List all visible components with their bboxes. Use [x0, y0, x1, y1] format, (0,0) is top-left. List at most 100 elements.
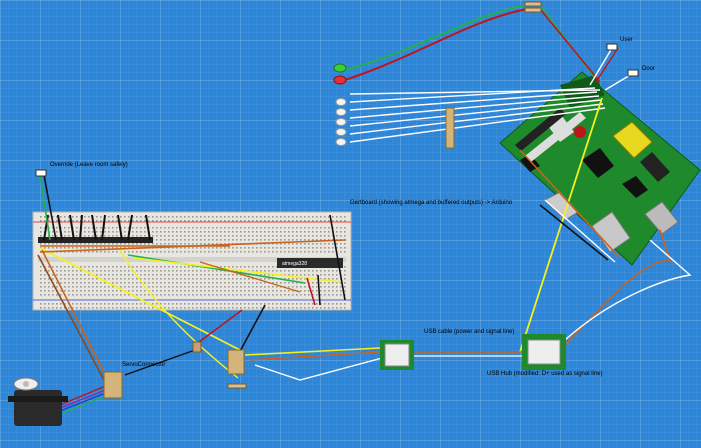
breadboard-hole	[160, 274, 162, 276]
breadboard-hole	[324, 274, 326, 276]
breadboard-hole	[256, 282, 258, 284]
breadboard-hole	[272, 290, 274, 292]
breadboard-hole	[344, 270, 346, 272]
breadboard-hole	[160, 294, 162, 296]
breadboard-hole	[124, 307, 126, 309]
breadboard-hole	[200, 270, 202, 272]
breadboard-hole	[188, 270, 190, 272]
breadboard-hole	[212, 251, 214, 253]
breadboard-hole	[244, 216, 246, 218]
breadboard-hole	[220, 286, 222, 288]
breadboard-hole	[220, 303, 222, 305]
breadboard-hole	[240, 247, 242, 249]
breadboard-hole	[252, 247, 254, 249]
breadboard-hole	[204, 294, 206, 296]
breadboard-hole	[248, 303, 250, 305]
breadboard-hole	[52, 286, 54, 288]
breadboard-hole	[212, 270, 214, 272]
breadboard-hole	[268, 239, 270, 241]
breadboard-hole	[92, 251, 94, 253]
breadboard-hole	[344, 278, 346, 280]
breadboard-hole	[276, 307, 278, 309]
breadboard-hole	[288, 243, 290, 245]
breadboard-hole	[208, 274, 210, 276]
breadboard-hole	[156, 220, 158, 222]
breadboard-hole	[40, 290, 42, 292]
breadboard-hole	[276, 239, 278, 241]
breadboard-hole	[108, 266, 110, 268]
breadboard-hole	[320, 294, 322, 296]
breadboard-hole	[56, 303, 58, 305]
breadboard-hole	[80, 266, 82, 268]
breadboard-hole	[192, 216, 194, 218]
breadboard-hole	[296, 251, 298, 253]
breadboard-hole	[96, 303, 98, 305]
breadboard-hole	[132, 227, 134, 229]
breadboard-hole	[116, 278, 118, 280]
breadboard-hole	[64, 282, 66, 284]
breadboard-hole	[48, 286, 50, 288]
breadboard-hole	[116, 290, 118, 292]
breadboard-hole	[328, 227, 330, 229]
breadboard-hole	[248, 220, 250, 222]
breadboard-hole	[224, 247, 226, 249]
breadboard-hole	[332, 274, 334, 276]
breadboard-hole	[108, 235, 110, 237]
breadboard-hole	[276, 282, 278, 284]
breadboard-hole	[272, 239, 274, 241]
breadboard-hole	[328, 251, 330, 253]
breadboard-hole	[304, 294, 306, 296]
breadboard-hole	[260, 239, 262, 241]
breadboard-hole	[60, 274, 62, 276]
breadboard-hole	[68, 243, 70, 245]
breadboard-hole	[204, 307, 206, 309]
breadboard-hole	[264, 247, 266, 249]
breadboard-hole	[128, 307, 130, 309]
breadboard-hole	[88, 278, 90, 280]
breadboard-hole	[336, 294, 338, 296]
breadboard-hole	[220, 247, 222, 249]
breadboard-hole	[332, 303, 334, 305]
breadboard-hole	[192, 286, 194, 288]
breadboard-hole	[244, 290, 246, 292]
breadboard-hole	[240, 294, 242, 296]
breadboard-hole	[52, 303, 54, 305]
door-switch	[627, 69, 639, 77]
breadboard-hole	[152, 266, 154, 268]
breadboard-hole	[48, 270, 50, 272]
breadboard-hole	[116, 282, 118, 284]
breadboard-hole	[92, 307, 94, 309]
breadboard-hole	[84, 282, 86, 284]
breadboard-hole	[96, 290, 98, 292]
breadboard-hole	[228, 216, 230, 218]
breadboard-hole	[184, 270, 186, 272]
breadboard-hole	[328, 303, 330, 305]
breadboard-hole	[244, 247, 246, 249]
breadboard-hole	[184, 243, 186, 245]
breadboard-hole	[328, 235, 330, 237]
breadboard-hole	[220, 251, 222, 253]
breadboard-hole	[304, 286, 306, 288]
breadboard-hole	[216, 220, 218, 222]
breadboard-hole	[340, 216, 342, 218]
breadboard-hole	[56, 235, 58, 237]
breadboard-hole	[248, 282, 250, 284]
breadboard-hole	[252, 286, 254, 288]
breadboard-hole	[324, 220, 326, 222]
junction-connector	[227, 349, 245, 375]
led-connector-strip	[445, 107, 455, 149]
breadboard-hole	[316, 307, 318, 309]
breadboard-hole	[260, 282, 262, 284]
breadboard-hole	[176, 278, 178, 280]
breadboard-hole	[340, 286, 342, 288]
breadboard-hole	[68, 247, 70, 249]
breadboard-hole	[284, 243, 286, 245]
breadboard-hole	[200, 216, 202, 218]
breadboard-hole	[288, 294, 290, 296]
breadboard-hole	[60, 266, 62, 268]
breadboard-hole	[300, 270, 302, 272]
breadboard-hole	[328, 247, 330, 249]
breadboard-hole	[52, 235, 54, 237]
breadboard-hole	[116, 243, 118, 245]
breadboard-hole	[220, 294, 222, 296]
